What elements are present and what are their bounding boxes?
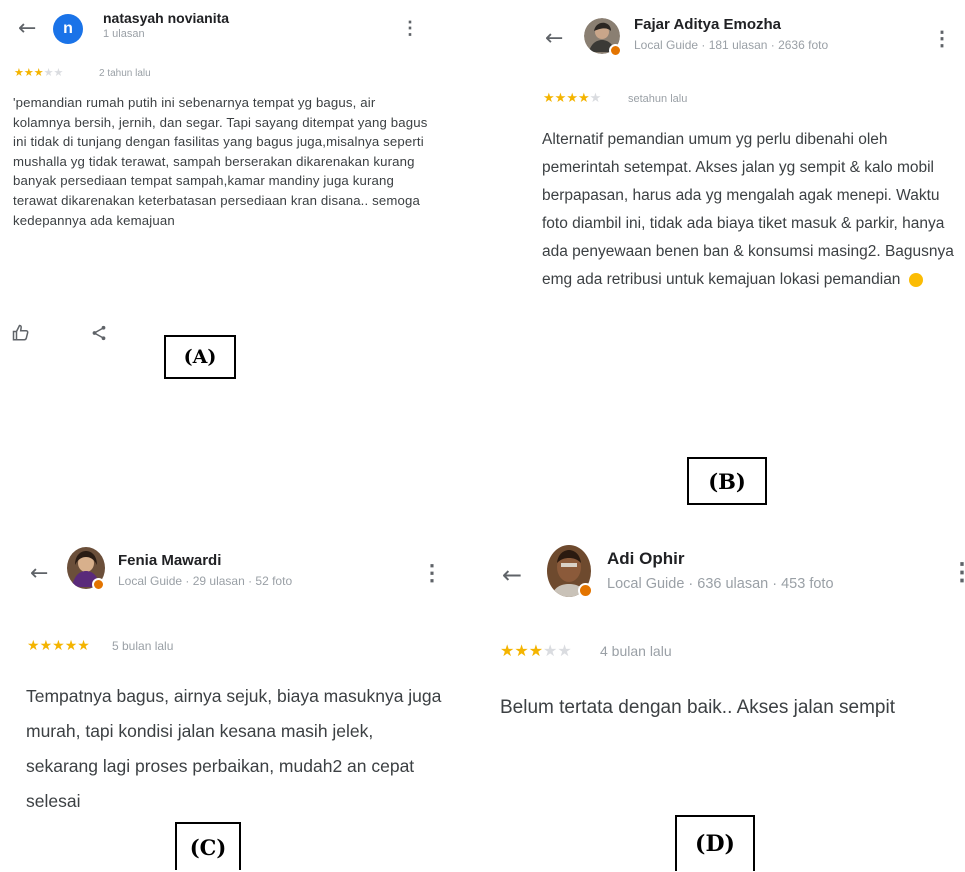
panel-label-c: (C) — [175, 822, 241, 870]
back-arrow-icon[interactable]: ← — [545, 26, 563, 51]
reviewer-meta: Local Guide · 636 ulasan · 453 foto — [607, 576, 834, 592]
star-filled-icon: ★ — [514, 643, 529, 660]
back-arrow-icon[interactable]: ← — [30, 561, 48, 586]
panel-label-a: (A) — [164, 335, 236, 379]
local-guide-badge-icon — [578, 583, 593, 598]
star-filled-icon: ★ — [528, 643, 544, 660]
star-rating: ★★★★★ — [14, 66, 63, 79]
star-filled-icon: ★ — [33, 67, 44, 79]
back-arrow-icon[interactable]: ← — [18, 16, 36, 41]
star-filled-icon: ★ — [566, 90, 578, 105]
star-filled-icon: ★ — [14, 67, 24, 79]
star-empty-icon: ★ — [43, 67, 54, 79]
review-time: setahun lalu — [628, 93, 688, 105]
review-time: 4 bulan lalu — [600, 643, 672, 659]
review-text: 'pemandian rumah putih ini sebenarnya te… — [13, 95, 428, 228]
review-text: Belum tertata dengan baik.. Akses jalan … — [500, 697, 896, 718]
more-vert-icon[interactable]: ⋮ — [932, 26, 952, 51]
star-filled-icon: ★ — [500, 643, 515, 660]
star-rating: ★★★★★ — [500, 641, 572, 661]
review-time: 2 tahun lalu — [99, 68, 151, 79]
local-guide-badge-icon — [92, 578, 105, 591]
reviewer-meta: Local Guide · 181 ulasan · 2636 foto — [634, 38, 829, 52]
star-empty-icon: ★ — [543, 643, 558, 660]
reviewer-name[interactable]: Adi Ophir — [607, 549, 684, 569]
review-time: 5 bulan lalu — [112, 639, 174, 653]
more-vert-icon[interactable]: ⋮ — [421, 560, 443, 586]
star-filled-icon: ★ — [39, 637, 53, 653]
review-text: Alternatif pemandian umum yg perlu diben… — [542, 126, 962, 294]
review-text-content: Alternatif pemandian umum yg perlu diben… — [542, 131, 954, 288]
reviewer-meta: 1 ulasan — [103, 28, 145, 40]
like-icon[interactable] — [12, 324, 30, 347]
review-text: Tempatnya bagus, airnya sejuk, biaya mas… — [26, 686, 442, 811]
star-rating: ★★★★★ — [27, 637, 90, 654]
reviewer-name[interactable]: natasyah novianita — [103, 10, 229, 26]
more-vert-icon[interactable]: ⋮ — [401, 18, 419, 39]
waving-hand-icon — [908, 272, 923, 287]
avatar[interactable]: n — [53, 14, 83, 44]
star-filled-icon: ★ — [27, 637, 40, 653]
panel-label-b: (B) — [687, 457, 767, 505]
star-filled-icon: ★ — [52, 637, 65, 653]
more-vert-icon[interactable]: ⋮ — [950, 558, 965, 587]
back-arrow-icon[interactable]: ← — [502, 561, 522, 589]
star-filled-icon: ★ — [77, 637, 90, 653]
reviewer-name[interactable]: Fenia Mawardi — [118, 552, 221, 569]
local-guide-badge-icon — [609, 44, 622, 57]
star-rating: ★★★★★ — [543, 90, 601, 106]
share-icon[interactable] — [90, 324, 108, 347]
star-filled-icon: ★ — [23, 67, 34, 79]
star-filled-icon: ★ — [554, 90, 567, 105]
star-empty-icon: ★ — [589, 90, 602, 105]
reviewer-meta: Local Guide · 29 ulasan · 52 foto — [118, 574, 293, 588]
star-filled-icon: ★ — [543, 90, 555, 105]
reviewer-name[interactable]: Fajar Aditya Emozha — [634, 16, 781, 33]
star-filled-icon: ★ — [577, 90, 590, 105]
panel-label-d: (D) — [675, 815, 755, 871]
star-filled-icon: ★ — [64, 637, 78, 653]
star-empty-icon: ★ — [557, 643, 572, 660]
star-empty-icon: ★ — [53, 67, 64, 79]
